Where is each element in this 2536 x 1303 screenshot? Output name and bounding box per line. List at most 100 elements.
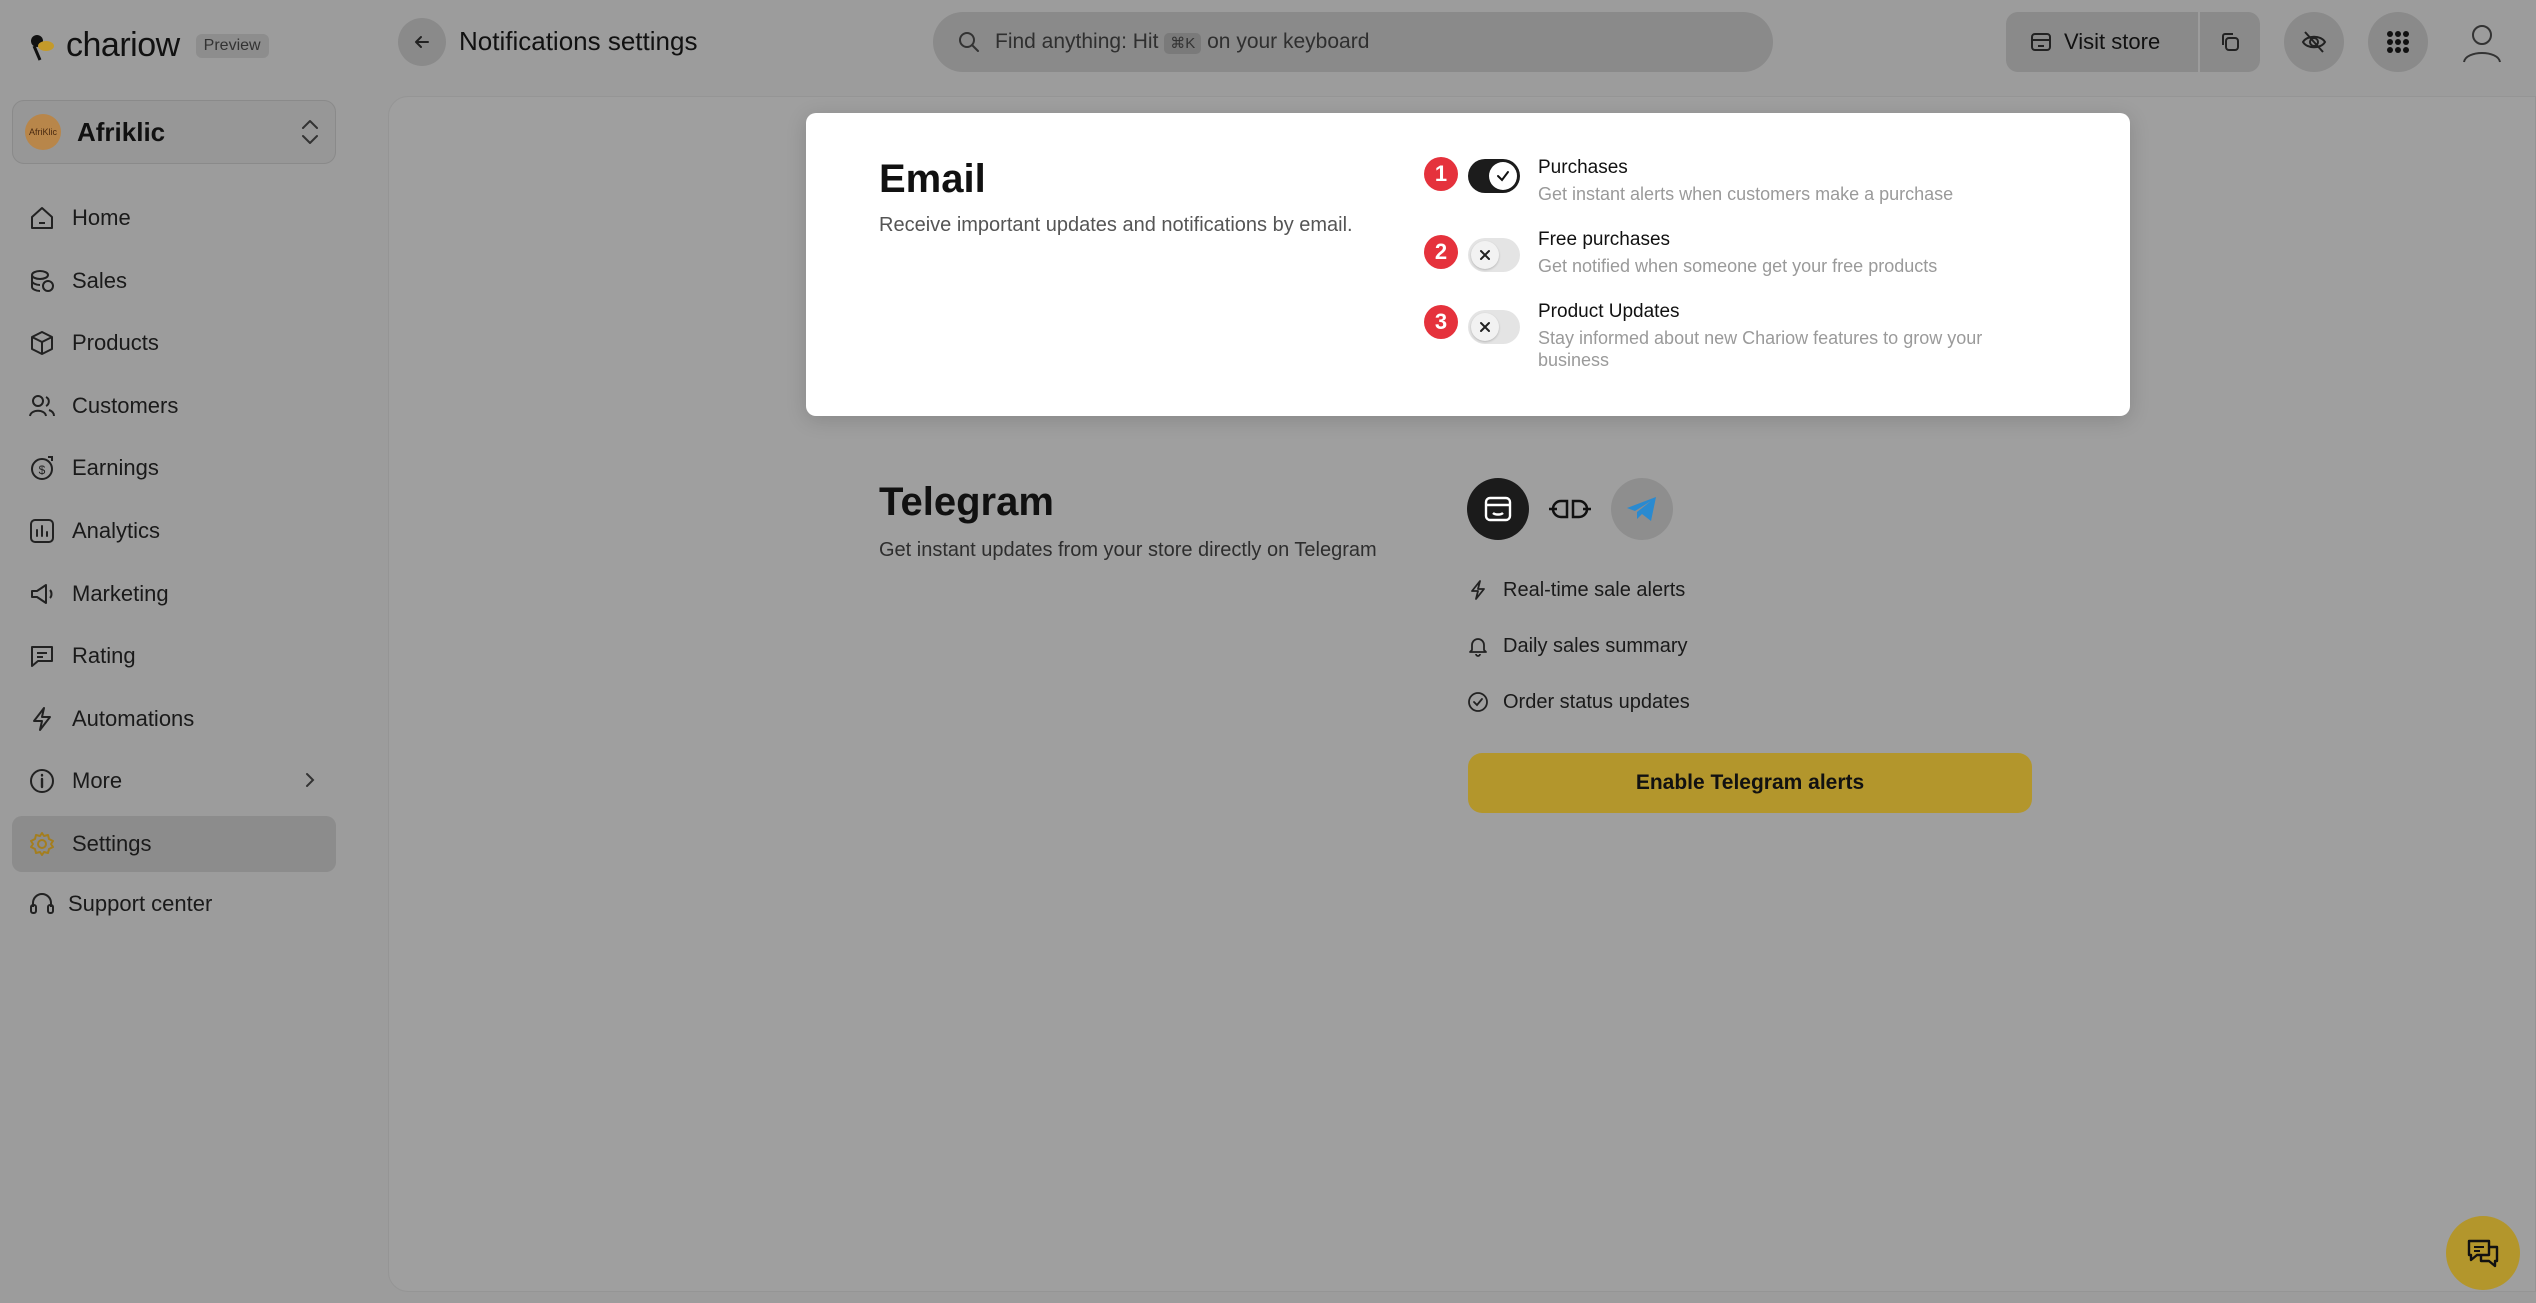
workspace-switcher[interactable]: AfriKlic Afriklic bbox=[12, 100, 336, 164]
telegram-connection-graphic bbox=[1467, 478, 1673, 540]
telegram-feature-list: Real-time sale alerts Daily sales summar… bbox=[1467, 562, 1690, 730]
step-badge: 2 bbox=[1424, 235, 1458, 269]
box-icon bbox=[31, 331, 53, 356]
sidebar-item-customers[interactable]: Customers bbox=[12, 378, 336, 434]
arrow-left-icon bbox=[415, 36, 429, 48]
page-title: Notifications settings bbox=[459, 26, 698, 56]
back-button[interactable] bbox=[398, 18, 446, 66]
email-settings-card: Email Receive important updates and noti… bbox=[806, 113, 2130, 416]
check-circle-icon bbox=[1468, 692, 1488, 712]
sidebar-item-label: Settings bbox=[72, 830, 152, 856]
feature-label: Real-time sale alerts bbox=[1503, 578, 1686, 601]
account-button[interactable] bbox=[2452, 12, 2512, 72]
top-bar: chariow Preview Notifications settings F… bbox=[0, 0, 2536, 84]
workspace-name: Afriklic bbox=[77, 116, 166, 147]
purchases-toggle[interactable] bbox=[1468, 159, 1520, 193]
email-section-header: Email Receive important updates and noti… bbox=[879, 157, 1353, 237]
logo[interactable]: chariow Preview bbox=[28, 26, 269, 65]
user-icon bbox=[2463, 25, 2501, 63]
telegram-description: Get instant updates from your store dire… bbox=[879, 539, 1377, 561]
search-bar[interactable]: Find anything: Hit ⌘K on your keyboard bbox=[933, 12, 1773, 72]
email-description: Receive important updates and notificati… bbox=[879, 214, 1353, 236]
sidebar-item-products[interactable]: Products bbox=[12, 315, 336, 371]
workspace-avatar: AfriKlic bbox=[25, 114, 61, 150]
megaphone-icon bbox=[31, 583, 53, 604]
telegram-icon bbox=[1611, 478, 1673, 540]
sidebar-item-analytics[interactable]: Analytics bbox=[12, 503, 336, 559]
sidebar-item-label: Marketing bbox=[72, 580, 169, 606]
sidebar-item-label: Sales bbox=[72, 267, 128, 293]
store-icon bbox=[2031, 33, 2051, 51]
sidebar-item-earnings[interactable]: $ Earnings bbox=[12, 440, 336, 496]
users-icon bbox=[29, 394, 55, 417]
sidebar-item-sales[interactable]: Sales bbox=[12, 253, 336, 309]
telegram-title: Telegram bbox=[879, 480, 1054, 524]
sidebar-item-label: Rating bbox=[72, 643, 136, 669]
pref-description: Get notified when someone get your free … bbox=[1538, 256, 1938, 276]
close-icon bbox=[1480, 250, 1490, 260]
info-circle-icon bbox=[30, 769, 54, 794]
eye-off-icon bbox=[2301, 31, 2327, 53]
search-placeholder: Find anything: Hit ⌘K on your keyboard bbox=[995, 30, 1370, 54]
sidebar-item-marketing[interactable]: Marketing bbox=[12, 566, 336, 622]
sidebar-item-rating[interactable]: Rating bbox=[12, 628, 336, 684]
gear-icon bbox=[30, 831, 54, 856]
step-badge: 3 bbox=[1424, 305, 1458, 339]
feature-label: Order status updates bbox=[1503, 690, 1690, 713]
support-center-link[interactable]: Support center bbox=[28, 890, 212, 918]
shortcut-kbd: ⌘K bbox=[1164, 33, 1202, 54]
link-connector-icon bbox=[1549, 499, 1591, 519]
pref-title: Free purchases bbox=[1538, 229, 1671, 250]
free-purchases-toggle[interactable] bbox=[1468, 238, 1520, 272]
sidebar-item-label: More bbox=[72, 768, 123, 794]
sidebar-item-settings[interactable]: Settings bbox=[12, 815, 336, 872]
chevron-up-down-icon bbox=[302, 120, 318, 144]
sidebar-nav: Home Sales Products Customers $ Earnings… bbox=[12, 190, 336, 879]
chariow-logo-icon bbox=[28, 32, 56, 61]
copy-icon bbox=[2222, 33, 2239, 51]
email-title: Email bbox=[879, 157, 986, 201]
bell-icon bbox=[1469, 638, 1487, 657]
sidebar-item-label: Products bbox=[72, 330, 159, 356]
headset-icon bbox=[30, 893, 54, 914]
pref-title: Purchases bbox=[1538, 157, 1628, 178]
copy-link-button[interactable] bbox=[2200, 12, 2260, 72]
pref-description: Get instant alerts when customers make a… bbox=[1538, 184, 1954, 204]
sidebar-item-label: Earnings bbox=[72, 455, 159, 481]
lightning-icon bbox=[1471, 580, 1485, 600]
home-icon bbox=[31, 207, 53, 229]
sidebar-item-automations[interactable]: Automations bbox=[12, 691, 336, 747]
sidebar-item-label: Customers bbox=[72, 392, 179, 418]
feature-label: Daily sales summary bbox=[1503, 634, 1688, 657]
store-icon bbox=[1467, 478, 1529, 540]
dollar-circle-icon: $ bbox=[31, 456, 53, 481]
telegram-section-header: Telegram Get instant updates from your s… bbox=[879, 480, 1377, 562]
chart-icon bbox=[30, 518, 54, 543]
list-item: Order status updates bbox=[1467, 674, 1690, 730]
chat-bubbles-icon bbox=[2467, 1239, 2499, 1268]
brand-name: chariow bbox=[66, 26, 180, 64]
pref-title: Product Updates bbox=[1538, 301, 1680, 322]
list-item: Real-time sale alerts bbox=[1467, 562, 1690, 618]
sidebar-item-more[interactable]: More bbox=[12, 753, 336, 809]
sidebar-item-label: Analytics bbox=[72, 517, 161, 543]
close-icon bbox=[1480, 322, 1490, 332]
apps-menu-button[interactable] bbox=[2368, 12, 2428, 72]
lightning-icon bbox=[33, 706, 51, 731]
sidebar-item-label: Home bbox=[72, 205, 131, 230]
support-center-label: Support center bbox=[68, 891, 213, 916]
sidebar-item-home[interactable]: Home bbox=[12, 190, 336, 246]
pref-description: Stay informed about new Chariow features… bbox=[1538, 328, 1983, 370]
check-icon bbox=[1497, 171, 1509, 182]
product-updates-toggle[interactable] bbox=[1468, 310, 1520, 344]
step-badge: 1 bbox=[1424, 157, 1458, 191]
preview-badge: Preview bbox=[195, 33, 269, 58]
enable-telegram-button[interactable]: Enable Telegram alerts bbox=[1468, 753, 2032, 813]
grid-icon bbox=[2387, 31, 2409, 53]
hide-preview-button[interactable] bbox=[2284, 12, 2344, 72]
list-item: Daily sales summary bbox=[1467, 618, 1690, 674]
svg-text:$: $ bbox=[39, 463, 46, 477]
visit-store-button[interactable]: Visit store bbox=[2006, 12, 2198, 72]
chat-support-button[interactable] bbox=[2446, 1216, 2520, 1290]
search-icon bbox=[959, 32, 979, 52]
